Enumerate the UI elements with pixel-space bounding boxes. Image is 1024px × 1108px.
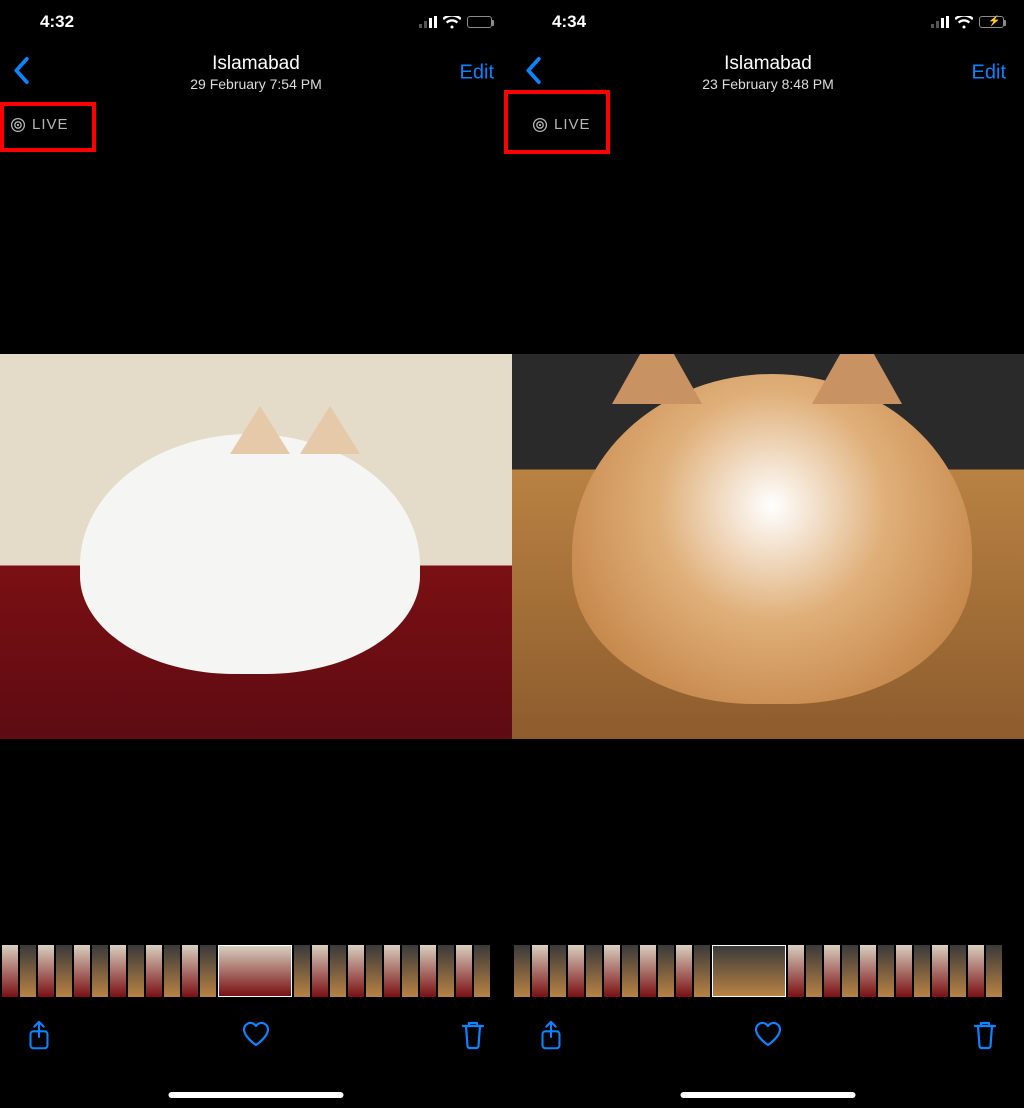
- thumb[interactable]: [438, 945, 454, 997]
- thumb[interactable]: [860, 945, 876, 997]
- thumb[interactable]: [312, 945, 328, 997]
- thumb[interactable]: [806, 945, 822, 997]
- thumb[interactable]: [878, 945, 894, 997]
- thumb[interactable]: [640, 945, 656, 997]
- main-photo[interactable]: [0, 354, 512, 739]
- thumb[interactable]: [420, 945, 436, 997]
- status-bar: 4:34 ⚡: [512, 0, 1024, 44]
- thumb[interactable]: [968, 945, 984, 997]
- thumb[interactable]: [330, 945, 346, 997]
- thumb[interactable]: [568, 945, 584, 997]
- battery-icon: ⚡: [979, 16, 1004, 28]
- thumb[interactable]: [532, 945, 548, 997]
- thumbnail-strip[interactable]: [0, 944, 512, 998]
- thumb[interactable]: [474, 945, 490, 997]
- cellular-icon: [931, 16, 949, 28]
- thumb[interactable]: [164, 945, 180, 997]
- thumb[interactable]: [950, 945, 966, 997]
- photo-datetime: 29 February 7:54 PM: [190, 76, 322, 93]
- thumb[interactable]: [456, 945, 472, 997]
- title-block: Islamabad 29 February 7:54 PM: [190, 53, 322, 93]
- thumb[interactable]: [604, 945, 620, 997]
- thumb[interactable]: [110, 945, 126, 997]
- status-bar: 4:32: [0, 0, 512, 44]
- favorite-button[interactable]: [241, 1020, 271, 1048]
- thumb[interactable]: [986, 945, 1002, 997]
- thumb[interactable]: [932, 945, 948, 997]
- cellular-icon: [419, 16, 437, 28]
- edit-button[interactable]: Edit: [972, 62, 1006, 85]
- delete-button[interactable]: [972, 1020, 998, 1050]
- thumb[interactable]: [824, 945, 840, 997]
- wifi-icon: [955, 16, 973, 29]
- thumb[interactable]: [56, 945, 72, 997]
- thumb-selected[interactable]: [218, 945, 292, 997]
- photo-placeholder: [512, 354, 1024, 739]
- thumb[interactable]: [38, 945, 54, 997]
- charging-icon: ⚡: [988, 16, 1000, 27]
- share-button[interactable]: [26, 1020, 52, 1052]
- annotation-rectangle: [504, 90, 610, 154]
- thumb[interactable]: [676, 945, 692, 997]
- thumb[interactable]: [514, 945, 530, 997]
- thumb[interactable]: [366, 945, 382, 997]
- delete-button[interactable]: [460, 1020, 486, 1050]
- thumb[interactable]: [384, 945, 400, 997]
- thumb[interactable]: [146, 945, 162, 997]
- home-indicator[interactable]: [169, 1092, 344, 1098]
- favorite-button[interactable]: [753, 1020, 783, 1048]
- status-right: [419, 16, 492, 29]
- thumb[interactable]: [896, 945, 912, 997]
- back-button[interactable]: [12, 57, 30, 90]
- thumb[interactable]: [658, 945, 674, 997]
- thumb[interactable]: [294, 945, 310, 997]
- wifi-icon: [443, 16, 461, 29]
- thumb[interactable]: [586, 945, 602, 997]
- thumb[interactable]: [200, 945, 216, 997]
- back-button[interactable]: [524, 57, 542, 90]
- annotation-rectangle: [0, 102, 96, 152]
- status-right: ⚡: [931, 16, 1004, 29]
- cat-illustration: [572, 374, 972, 704]
- battery-icon: [467, 16, 492, 28]
- title-block: Islamabad 23 February 8:48 PM: [702, 53, 834, 93]
- status-time: 4:34: [552, 12, 586, 32]
- thumb[interactable]: [402, 945, 418, 997]
- thumb[interactable]: [550, 945, 566, 997]
- share-button[interactable]: [538, 1020, 564, 1052]
- home-indicator[interactable]: [681, 1092, 856, 1098]
- photo-placeholder: [0, 354, 512, 739]
- main-photo[interactable]: [512, 354, 1024, 739]
- photo-location: Islamabad: [702, 53, 834, 76]
- photo-datetime: 23 February 8:48 PM: [702, 76, 834, 93]
- thumb[interactable]: [74, 945, 90, 997]
- thumb[interactable]: [914, 945, 930, 997]
- screen-left: 4:32 Islamabad 29 February 7:54 PM Edit: [0, 0, 512, 1108]
- thumb[interactable]: [128, 945, 144, 997]
- thumb[interactable]: [2, 945, 18, 997]
- thumb[interactable]: [92, 945, 108, 997]
- thumb[interactable]: [182, 945, 198, 997]
- thumb-selected[interactable]: [712, 945, 786, 997]
- thumb[interactable]: [788, 945, 804, 997]
- thumbnail-strip[interactable]: [512, 944, 1024, 998]
- edit-button[interactable]: Edit: [460, 62, 494, 85]
- thumb[interactable]: [694, 945, 710, 997]
- photo-location: Islamabad: [190, 53, 322, 76]
- status-time: 4:32: [40, 12, 74, 32]
- cat-illustration: [80, 434, 420, 674]
- thumb[interactable]: [622, 945, 638, 997]
- thumb[interactable]: [20, 945, 36, 997]
- screen-right: 4:34 ⚡ Islamabad 23 February 8:48 PM Edi…: [512, 0, 1024, 1108]
- nav-header: Islamabad 29 February 7:54 PM Edit: [0, 44, 512, 102]
- thumb[interactable]: [842, 945, 858, 997]
- thumb[interactable]: [348, 945, 364, 997]
